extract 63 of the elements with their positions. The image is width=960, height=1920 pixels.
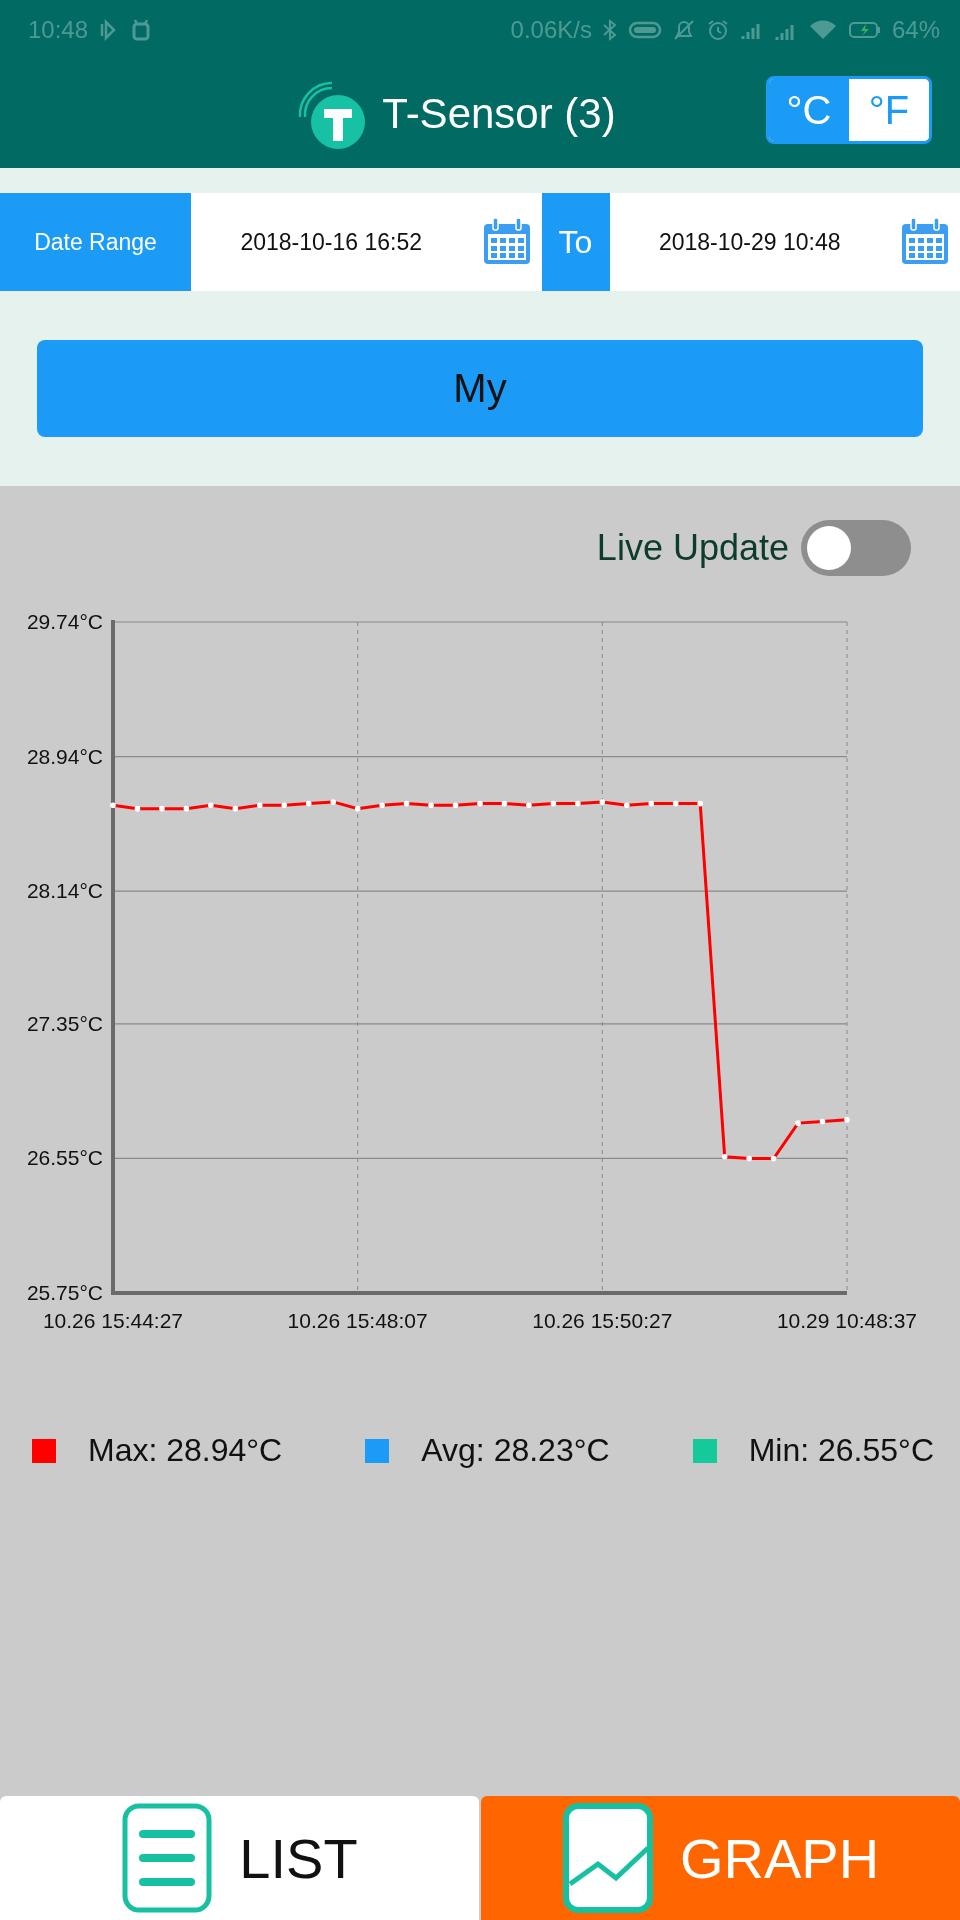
data-point xyxy=(208,802,214,809)
y-axis-label: 28.94°C xyxy=(26,744,103,768)
data-point xyxy=(648,800,655,807)
data-point xyxy=(452,802,459,809)
legend-label: Min: 26.55°C xyxy=(748,1432,934,1469)
data-point xyxy=(232,805,239,812)
network-speed: 0.06K/s xyxy=(510,15,592,44)
y-axis-label: 28.14°C xyxy=(26,879,103,903)
x-axis-label: 10.26 15:50:27 xyxy=(532,1309,673,1332)
data-point xyxy=(575,800,581,807)
legend-label: Max: 28.94°C xyxy=(88,1432,283,1469)
data-point xyxy=(379,802,385,809)
data-point xyxy=(550,800,557,807)
data-point xyxy=(428,802,434,809)
data-point xyxy=(770,1155,777,1162)
data-point xyxy=(134,805,141,812)
live-update-switch[interactable] xyxy=(801,520,911,576)
data-point xyxy=(624,802,630,809)
list-icon xyxy=(121,1802,214,1914)
legend-label: Avg: 28.23°C xyxy=(421,1432,610,1469)
data-point xyxy=(183,805,190,812)
end-date-field[interactable]: 2018-10-29 10:48 xyxy=(609,228,890,256)
data-point xyxy=(501,800,508,807)
data-point xyxy=(746,1155,752,1162)
battery-percent: 64% xyxy=(891,15,940,44)
date-range-label: Date Range xyxy=(0,193,191,291)
data-point xyxy=(330,799,336,805)
data-point xyxy=(672,800,679,807)
x-axis-label: 10.26 15:44:27 xyxy=(42,1309,184,1332)
data-point xyxy=(526,802,532,809)
battery-icon xyxy=(847,19,882,40)
nav-tab[interactable]: LIST xyxy=(0,1796,479,1920)
data-point xyxy=(159,805,165,812)
clock: 10:48 xyxy=(28,15,89,44)
calendar-icon[interactable] xyxy=(900,217,950,267)
data-point xyxy=(599,799,606,805)
data-point xyxy=(477,800,483,807)
data-point xyxy=(819,1118,826,1125)
app-title: T-Sensor (3) xyxy=(382,89,616,138)
live-update-label: Live Update xyxy=(596,527,789,569)
y-axis-label: 26.55°C xyxy=(26,1146,103,1170)
data-point xyxy=(844,1117,850,1123)
device-button[interactable]: My xyxy=(37,340,923,437)
to-label: To xyxy=(541,193,610,291)
data-point xyxy=(795,1120,801,1126)
calendar-icon[interactable] xyxy=(481,217,532,267)
chart-icon xyxy=(561,1802,654,1914)
data-point xyxy=(257,802,263,809)
start-date-field[interactable]: 2018-10-16 16:52 xyxy=(191,228,472,256)
y-axis-label: 29.74°C xyxy=(26,610,103,633)
bluetooth-icon xyxy=(601,17,618,42)
data-point xyxy=(281,802,288,809)
x-axis-label: 10.29 10:48:37 xyxy=(776,1309,918,1332)
data-point xyxy=(721,1154,728,1160)
data-point xyxy=(354,805,361,812)
data-point xyxy=(110,802,116,809)
data-point xyxy=(403,800,410,807)
data-point xyxy=(305,800,312,807)
y-axis-label: 25.75°C xyxy=(26,1281,103,1304)
y-axis-label: 27.35°C xyxy=(26,1011,103,1035)
toggle-icon xyxy=(627,19,662,40)
data-point xyxy=(697,800,703,807)
x-axis-label: 10.26 15:48:07 xyxy=(287,1309,428,1332)
